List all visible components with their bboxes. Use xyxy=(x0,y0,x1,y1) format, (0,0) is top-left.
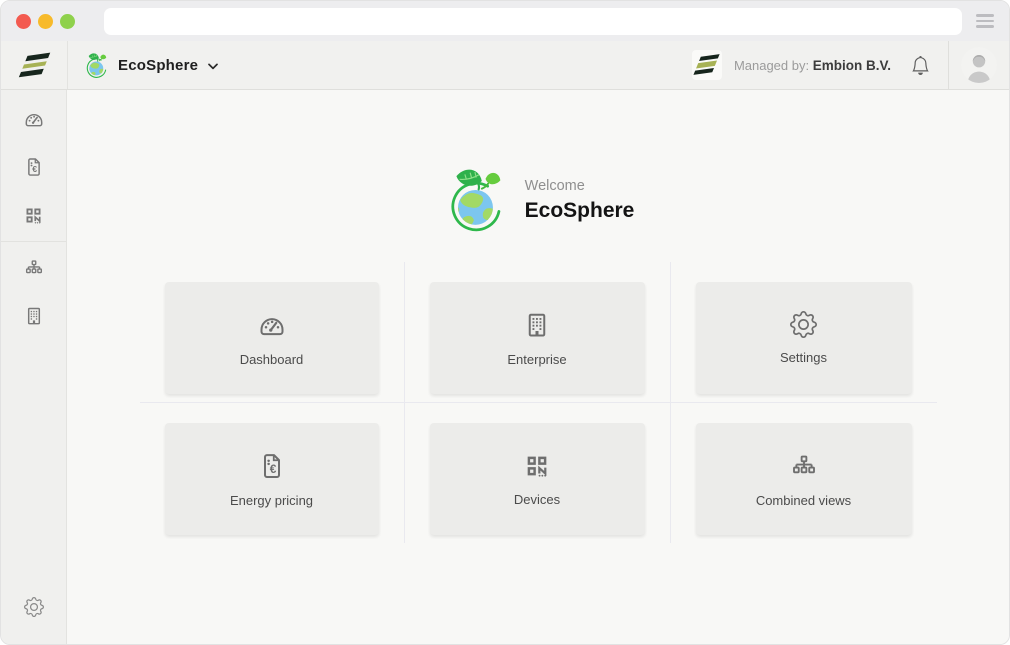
tile-settings[interactable]: Settings xyxy=(696,282,912,394)
embion-logo-icon xyxy=(18,52,50,79)
gear-icon xyxy=(24,597,44,617)
sidebar-item-settings[interactable] xyxy=(1,583,66,631)
url-bar[interactable] xyxy=(104,8,962,35)
window-controls xyxy=(16,14,75,29)
managed-by-label: Managed by: xyxy=(734,58,809,73)
invoice-euro-icon xyxy=(257,451,287,481)
ecosphere-logo-icon xyxy=(442,164,510,236)
browser-menu-icon[interactable] xyxy=(976,11,994,30)
managed-by-logo xyxy=(692,50,722,80)
tile-enterprise[interactable]: Enterprise xyxy=(430,282,645,394)
welcome-greeting: Welcome xyxy=(525,178,635,194)
speedometer-icon xyxy=(23,108,45,130)
sidebar xyxy=(1,90,67,644)
tile-dashboard[interactable]: Dashboard xyxy=(165,282,379,394)
bell-icon xyxy=(911,56,930,75)
ecosphere-logo-icon xyxy=(83,51,110,80)
main-content: Welcome EcoSphere Dashboard xyxy=(67,90,1009,644)
welcome-banner: Welcome EcoSphere xyxy=(67,164,1009,236)
sidebar-item-energy-pricing[interactable] xyxy=(1,143,66,191)
sidebar-item-dashboard[interactable] xyxy=(1,95,66,143)
app-header: EcoSphere Managed by: Embion B.V. xyxy=(1,41,1009,90)
managed-by-text: Managed by: Embion B.V. xyxy=(734,58,891,73)
sitemap-icon xyxy=(789,451,819,481)
organization-name: EcoSphere xyxy=(118,57,198,74)
minimize-window-button[interactable] xyxy=(38,14,53,29)
chevron-down-icon xyxy=(208,63,218,70)
gear-icon xyxy=(790,311,817,338)
notifications-button[interactable] xyxy=(911,56,930,75)
building-icon xyxy=(522,310,552,340)
close-window-button[interactable] xyxy=(16,14,31,29)
tile-label: Devices xyxy=(514,492,560,507)
tile-label: Combined views xyxy=(756,493,851,508)
welcome-title: EcoSphere xyxy=(525,199,635,223)
embion-logo-icon xyxy=(693,53,720,76)
sidebar-logo-cell[interactable] xyxy=(1,41,68,89)
organization-switcher[interactable]: EcoSphere xyxy=(83,51,218,80)
navigation-grid: Dashboard Enterprise xyxy=(140,262,937,543)
building-icon xyxy=(23,305,45,327)
invoice-euro-icon xyxy=(23,156,45,178)
tile-label: Energy pricing xyxy=(230,493,313,508)
tile-label: Settings xyxy=(780,350,827,365)
maximize-window-button[interactable] xyxy=(60,14,75,29)
tile-label: Enterprise xyxy=(507,352,566,367)
speedometer-icon xyxy=(257,310,287,340)
browser-window: EcoSphere Managed by: Embion B.V. xyxy=(0,0,1010,645)
sidebar-item-devices[interactable] xyxy=(1,191,66,239)
tile-devices[interactable]: Devices xyxy=(430,423,645,535)
tile-energy-pricing[interactable]: Energy pricing xyxy=(165,423,379,535)
sidebar-divider xyxy=(1,241,66,242)
tile-combined-views[interactable]: Combined views xyxy=(696,423,912,535)
devices-grid-icon xyxy=(523,452,551,480)
avatar xyxy=(961,47,997,83)
devices-grid-icon xyxy=(23,205,44,226)
sitemap-icon xyxy=(23,257,45,279)
browser-chrome xyxy=(1,1,1009,41)
tile-label: Dashboard xyxy=(240,352,304,367)
user-menu-button[interactable] xyxy=(949,47,1009,83)
sidebar-item-combined-views[interactable] xyxy=(1,244,66,292)
sidebar-item-enterprise[interactable] xyxy=(1,292,66,340)
managed-by-name: Embion B.V. xyxy=(813,58,891,73)
